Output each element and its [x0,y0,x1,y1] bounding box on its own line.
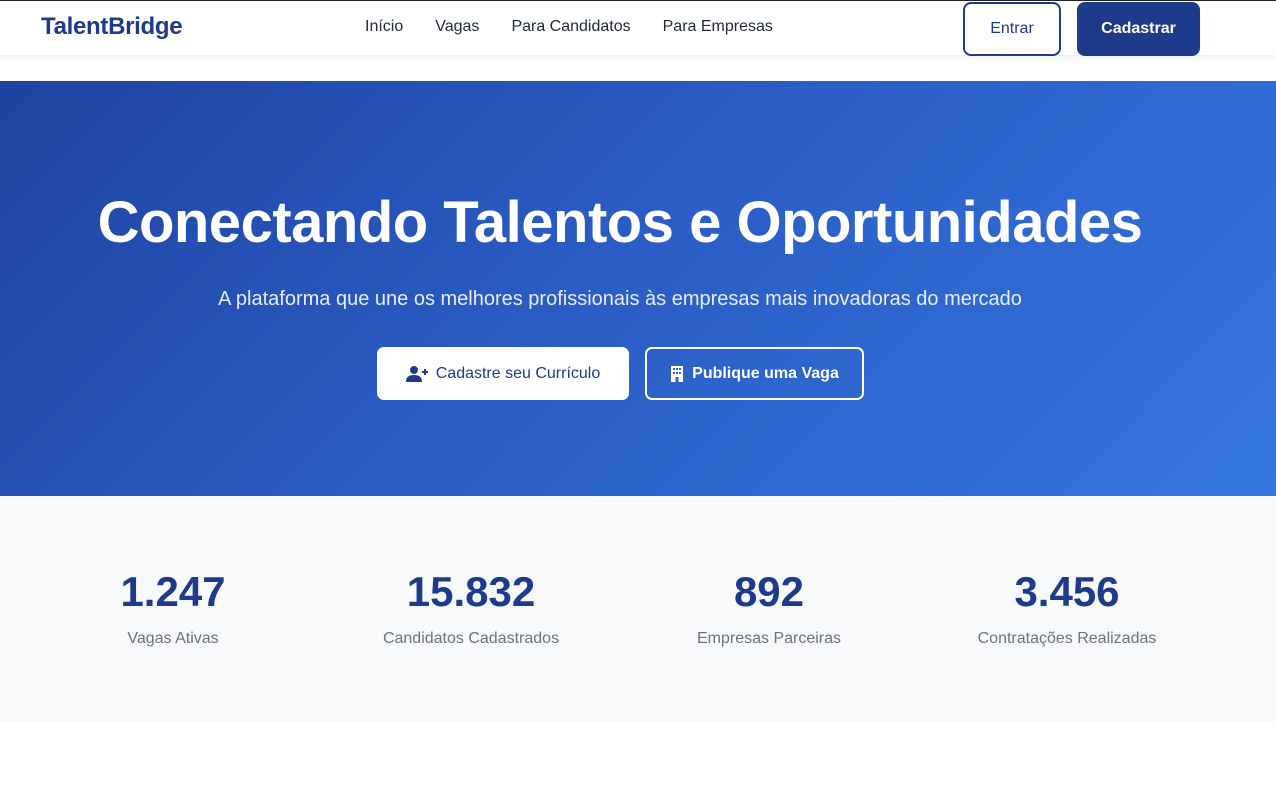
register-resume-label: Cadastre seu Currículo [435,364,601,382]
stat-value: 892 [733,568,805,615]
register-resume-button[interactable]: Cadastre seu Currículo [377,347,629,400]
nav-para-empresas[interactable]: Para Empresas [663,18,773,36]
stat-value: 15.832 [406,568,536,615]
main-nav: Início Vagas Para Candidatos Para Empres… [365,18,805,36]
stat-label: Candidatos Cadastrados [382,630,560,647]
post-job-button[interactable]: Publique uma Vaga [645,347,864,400]
signup-button[interactable]: Cadastrar [1077,2,1200,56]
stats-section: 1.247 Vagas Ativas 15.832 Candidatos Cad… [0,496,1276,722]
stat-empresas: 892 Empresas Parceiras [639,568,899,648]
post-job-label: Publique uma Vaga [692,364,839,382]
nav-para-candidatos[interactable]: Para Candidatos [511,18,630,36]
stat-vagas-ativas: 1.247 Vagas Ativas [43,568,303,648]
hero-title: Conectando Talentos e Oportunidades [97,190,1143,255]
stat-label: Contratações Realizadas [977,630,1157,647]
user-plus-icon [405,365,428,382]
hero-subtitle: A plataforma que une os melhores profiss… [218,288,1022,310]
stat-label: Vagas Ativas [127,630,219,647]
hero-section: Conectando Talentos e Oportunidades A pl… [0,81,1276,496]
login-button[interactable]: Entrar [963,2,1061,56]
stat-contratacoes: 3.456 Contratações Realizadas [937,568,1197,648]
nav-vagas[interactable]: Vagas [435,18,479,36]
stat-candidatos: 15.832 Candidatos Cadastrados [341,568,601,648]
stat-value: 1.247 [120,568,226,615]
building-icon [671,365,684,382]
stat-value: 3.456 [1014,568,1120,615]
nav-inicio[interactable]: Início [365,18,403,36]
site-header: TalentBridge Início Vagas Para Candidato… [0,0,1276,56]
logo[interactable]: TalentBridge [41,13,183,41]
stat-label: Empresas Parceiras [696,630,842,647]
